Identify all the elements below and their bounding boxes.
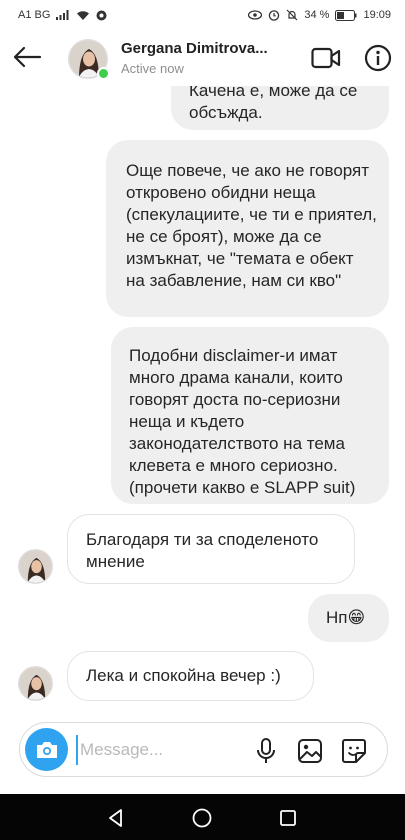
status-right: 34 % 19:09 xyxy=(248,9,391,21)
message-text: Качена е, може да се обсъжда. xyxy=(189,86,358,122)
mute-icon xyxy=(286,9,298,21)
message-text: Нп😁 xyxy=(326,608,366,627)
alarm-icon xyxy=(268,9,280,21)
nav-back-icon xyxy=(109,809,122,827)
message-text: Лека и спокойна вечер :) xyxy=(86,666,281,685)
nav-back-button[interactable] xyxy=(104,806,128,830)
eye-icon xyxy=(248,10,263,20)
wifi-icon xyxy=(76,10,90,21)
battery-icon xyxy=(335,9,357,21)
sender-avatar[interactable] xyxy=(18,549,53,584)
nav-recents-icon xyxy=(280,810,296,826)
microphone-button[interactable] xyxy=(252,737,280,765)
camera-button[interactable] xyxy=(25,728,68,771)
message-bubble[interactable]: Още повече, че ако не говорят откровено … xyxy=(106,140,389,317)
online-indicator xyxy=(97,67,110,80)
video-camera-icon xyxy=(311,47,341,69)
status-left: A1 BG xyxy=(18,9,107,21)
sticker-icon xyxy=(342,739,366,763)
sender-avatar[interactable] xyxy=(18,666,53,701)
status-bar: A1 BG 34 % 19:09 xyxy=(0,0,405,30)
carrier-label: A1 BG xyxy=(18,9,51,21)
message-bubble[interactable]: Подобни disclaimer-и имат много драма ка… xyxy=(111,327,389,504)
contact-status: Active now xyxy=(121,61,184,76)
message-thread[interactable]: Качена е, може да се обсъжда. Още повече… xyxy=(0,86,405,716)
profile-photo-icon xyxy=(19,667,52,700)
nav-recents-button[interactable] xyxy=(276,806,300,830)
message-input[interactable] xyxy=(76,735,236,765)
message-composer xyxy=(19,722,388,777)
system-nav-bar xyxy=(0,794,405,840)
contact-info[interactable]: Gergana Dimitrova... Active now xyxy=(121,40,268,76)
contact-avatar[interactable] xyxy=(68,39,110,80)
contact-name: Gergana Dimitrova... xyxy=(121,40,268,57)
message-bubble[interactable]: Благодаря ти за споделеното мнение xyxy=(67,514,355,584)
profile-photo-icon xyxy=(19,550,52,583)
microphone-icon xyxy=(257,738,275,763)
data-saver-icon xyxy=(96,10,107,21)
back-button[interactable] xyxy=(10,42,44,72)
info-icon xyxy=(364,44,392,72)
camera-icon xyxy=(36,741,57,758)
message-bubble[interactable]: Качена е, може да се обсъжда. xyxy=(171,86,389,130)
nav-home-button[interactable] xyxy=(190,806,214,830)
battery-percent: 34 % xyxy=(304,9,330,21)
message-text: Подобни disclaimer-и имат много драма ка… xyxy=(129,346,356,497)
gallery-icon xyxy=(298,739,322,763)
chat-header: Gergana Dimitrova... Active now xyxy=(0,30,405,86)
gallery-button[interactable] xyxy=(296,737,324,765)
back-arrow-icon xyxy=(13,46,42,68)
message-bubble[interactable]: Лека и спокойна вечер :) xyxy=(67,651,314,701)
message-bubble[interactable]: Нп😁 xyxy=(308,594,389,642)
signal-icon xyxy=(56,10,70,20)
nav-home-icon xyxy=(192,808,212,828)
message-text: Още повече, че ако не говорят откровено … xyxy=(126,161,377,290)
sticker-button[interactable] xyxy=(340,737,368,765)
clock: 19:09 xyxy=(363,9,391,21)
message-text: Благодаря ти за споделеното мнение xyxy=(86,530,319,571)
video-call-button[interactable] xyxy=(311,44,341,72)
info-button[interactable] xyxy=(363,43,393,73)
